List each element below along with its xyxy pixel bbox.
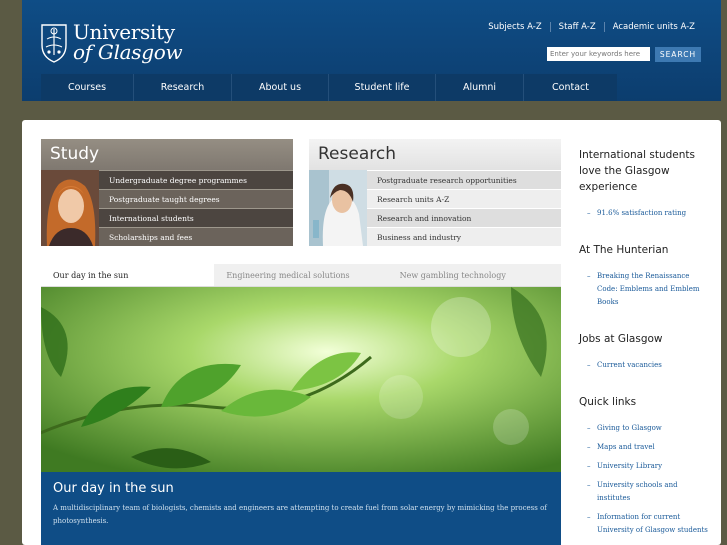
sidebar-link[interactable]: University schools and institutes bbox=[579, 479, 709, 505]
logo-line-2: of Glasgow bbox=[73, 40, 183, 64]
university-logo[interactable]: University of Glasgow bbox=[40, 20, 183, 64]
study-link[interactable]: Postgraduate taught degrees bbox=[99, 189, 293, 208]
content-panel: Study Undergraduate degree programmes Po… bbox=[22, 120, 721, 545]
research-box: Research Postgraduate research opportuni… bbox=[309, 139, 561, 246]
tab-our-day-in-the-sun[interactable]: Our day in the sun bbox=[41, 264, 215, 286]
feature-tabs: Our day in the sun Engineering medical s… bbox=[41, 264, 561, 287]
link-subjects-az[interactable]: Subjects A-Z bbox=[480, 22, 549, 32]
feature-caption: Our day in the sun A multidisciplinary t… bbox=[41, 472, 561, 545]
study-links: Undergraduate degree programmes Postgrad… bbox=[99, 170, 293, 246]
sidebar-link[interactable]: Current vacancies bbox=[579, 359, 709, 372]
study-link[interactable]: Undergraduate degree programmes bbox=[99, 170, 293, 189]
sidebar-link[interactable]: Breaking the Renaissance Code: Emblems a… bbox=[579, 270, 709, 309]
study-photo bbox=[41, 170, 99, 246]
nav-student-life[interactable]: Student life bbox=[329, 74, 436, 101]
logo-wordmark: University of Glasgow bbox=[73, 20, 183, 64]
sidebar-heading: International students love the Glasgow … bbox=[579, 149, 695, 193]
search-button[interactable]: SEARCH bbox=[655, 47, 701, 62]
sidebar-list: 91.6% satisfaction rating bbox=[579, 207, 709, 220]
tab-engineering-medical-solutions[interactable]: Engineering medical solutions bbox=[214, 264, 387, 286]
nav-research[interactable]: Research bbox=[134, 74, 232, 101]
nav-alumni[interactable]: Alumni bbox=[436, 74, 524, 101]
nav-courses[interactable]: Courses bbox=[41, 74, 134, 101]
main-nav: Courses Research About us Student life A… bbox=[41, 74, 617, 101]
top-links: Subjects A-Z Staff A-Z Academic units A-… bbox=[480, 22, 703, 32]
sidebar-list: Breaking the Renaissance Code: Emblems a… bbox=[579, 270, 709, 309]
sidebar-heading: Quick links bbox=[579, 396, 637, 408]
study-box: Study Undergraduate degree programmes Po… bbox=[41, 139, 293, 246]
nav-about-us[interactable]: About us bbox=[232, 74, 329, 101]
study-title[interactable]: Study bbox=[41, 139, 293, 170]
research-link[interactable]: Research units A-Z bbox=[367, 189, 561, 208]
search-bar: SEARCH bbox=[547, 47, 701, 62]
research-link[interactable]: Research and innovation bbox=[367, 208, 561, 227]
sidebar-link[interactable]: Maps and travel bbox=[579, 441, 709, 454]
caption-title[interactable]: Our day in the sun bbox=[53, 481, 549, 496]
research-title[interactable]: Research bbox=[309, 139, 561, 170]
study-link[interactable]: Scholarships and fees bbox=[99, 227, 293, 246]
sidebar-list: Giving to Glasgow Maps and travel Univer… bbox=[579, 422, 709, 537]
sidebar-heading: At The Hunterian bbox=[579, 244, 669, 256]
sidebar-link[interactable]: Information for current University of Gl… bbox=[579, 511, 709, 537]
tab-new-gambling-technology[interactable]: New gambling technology bbox=[388, 264, 561, 286]
sidebar-link[interactable]: University Library bbox=[579, 460, 709, 473]
research-link[interactable]: Business and industry bbox=[367, 227, 561, 246]
caption-text: A multidisciplinary team of biologists, … bbox=[53, 504, 547, 525]
sidebar-link[interactable]: 91.6% satisfaction rating bbox=[579, 207, 709, 220]
research-links: Postgraduate research opportunities Rese… bbox=[367, 170, 561, 246]
sidebar: International students love the Glasgow … bbox=[579, 147, 709, 545]
study-link[interactable]: International students bbox=[99, 208, 293, 227]
research-photo bbox=[309, 170, 367, 246]
sidebar-link[interactable]: Giving to Glasgow bbox=[579, 422, 709, 435]
nav-contact[interactable]: Contact bbox=[524, 74, 617, 101]
site-header: University of Glasgow Subjects A-Z Staff… bbox=[22, 0, 721, 101]
sidebar-list: Current vacancies bbox=[579, 359, 709, 372]
research-link[interactable]: Postgraduate research opportunities bbox=[367, 170, 561, 189]
link-academic-units-az[interactable]: Academic units A-Z bbox=[603, 22, 703, 32]
sidebar-heading: Jobs at Glasgow bbox=[579, 333, 663, 345]
crest-icon bbox=[41, 24, 67, 63]
search-input[interactable] bbox=[547, 47, 650, 61]
link-staff-az[interactable]: Staff A-Z bbox=[549, 22, 604, 32]
feature-image bbox=[41, 287, 561, 472]
logo-line-1: University bbox=[73, 20, 175, 44]
